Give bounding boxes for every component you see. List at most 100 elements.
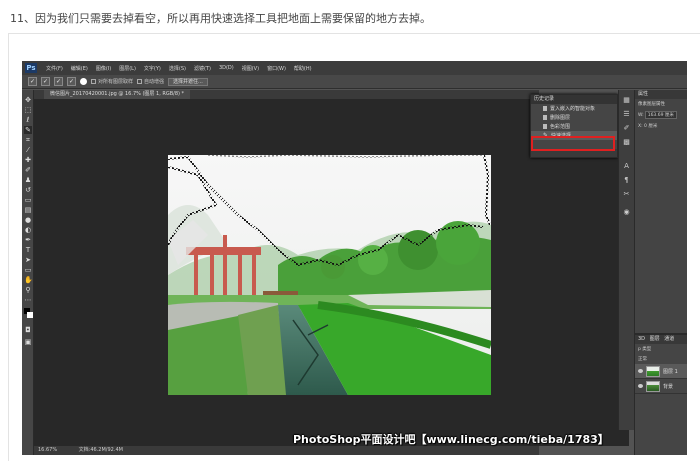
properties-panel-icon[interactable]: ☰ [622,110,631,119]
subtract-selection-icon[interactable]: ✓ [67,77,76,86]
layer-row[interactable]: 图层 1 [635,364,687,379]
menu-3d[interactable]: 3D(D) [215,65,238,71]
layers-tabs: 3D 图层 通道 [635,335,687,344]
properties-panel-title[interactable]: 属性 [635,90,687,99]
history-item[interactable]: 置入嵌入的智能对象 [531,104,617,113]
panel-icon-strip: ▦ ☰ ✐ ▩ A ¶ ✂ ◉ [618,90,634,430]
glyphs-panel-icon[interactable]: ✂ [622,190,631,199]
layer-thumbnail [646,365,660,377]
status-bar: 16.67% 文档:46.2M/92.4M [34,446,539,455]
menu-select[interactable]: 选择(S) [165,65,190,72]
tab-3d[interactable]: 3D [638,336,645,342]
type-tool-icon[interactable]: T [24,246,32,254]
menu-bar: Ps 文件(F) 编辑(E) 图像(I) 图层(L) 文字(Y) 选择(S) 滤… [22,61,687,75]
document-photo[interactable] [168,155,491,395]
layer-row[interactable]: 背景 [635,379,687,394]
quick-selection-tool-icon[interactable]: ✎ [24,126,32,134]
eyedropper-tool-icon[interactable]: ⁄ [24,146,32,154]
width-label: W: [638,113,644,118]
history-item-label: 置入嵌入的智能对象 [550,106,596,112]
swatches-panel-icon[interactable]: ▩ [622,138,631,147]
clone-stamp-icon[interactable]: ♟ [24,176,32,184]
auto-enhance-label: 自动增强 [144,79,165,85]
menu-type[interactable]: 文字(Y) [140,65,165,72]
menu-view[interactable]: 视图(V) [238,65,263,72]
properties-subtitle: 像素图层属性 [638,102,665,107]
right-panel-dock: 属性 像素图层属性 W: 163.69 厘米 X: 0 厘米 3D 图层 通道 p… [634,90,687,455]
history-highlight-box [531,136,615,151]
watermark-text: PhotoShop平面设计吧【www.linecg.com/tieba/1783… [293,433,609,446]
layer-name: 背景 [663,383,674,390]
photoshop-logo-icon: Ps [25,63,37,73]
background-color-swatch[interactable] [27,312,33,318]
zoom-level[interactable]: 16.67% [38,447,57,453]
shape-tool-icon[interactable]: ▭ [24,266,32,274]
marquee-tool-icon[interactable]: ⬚ [24,106,32,114]
screen-mode-icon[interactable]: ▣ [24,338,32,346]
history-item[interactable]: 删除图层 [531,113,617,122]
layers-panel: 3D 图层 通道 p 类型 正常 图层 1 背景 [635,333,687,455]
history-item[interactable]: 色彩范围 [531,122,617,131]
history-state-icon [543,115,547,120]
gradient-tool-icon[interactable]: ▤ [24,206,32,214]
lasso-tool-icon[interactable]: ℓ [24,116,32,124]
refine-edge-button[interactable]: 选择并遮住... [168,77,208,86]
path-selection-icon[interactable]: ➤ [24,256,32,264]
history-state-icon [543,124,547,129]
menu-help[interactable]: 帮助(H) [290,65,316,72]
properties-width-row: W: 163.69 厘米 [635,109,687,121]
brush-panel-icon[interactable]: ✐ [622,124,631,133]
healing-brush-icon[interactable]: ✚ [24,156,32,164]
tools-panel: ✥ ⬚ ℓ ✎ ⌗ ⁄ ✚ ✐ ♟ ↺ ▭ ▤ ● ◐ ✒ T ➤ ▭ ✋ ⚲ … [22,90,34,455]
park-scene-image [168,155,491,395]
photoshop-window: Ps 文件(F) 编辑(E) 图像(I) 图层(L) 文字(Y) 选择(S) 滤… [22,61,687,455]
properties-x-row[interactable]: X: 0 厘米 [635,121,687,131]
tab-channels[interactable]: 通道 [664,336,674,342]
eye-icon[interactable] [638,384,643,388]
history-panel-icon[interactable]: ▦ [622,96,631,105]
document-tab[interactable]: 微信图片_20170420001.jpg @ 16.7% (图层 1, RGB/… [44,90,191,99]
brush-tool-icon[interactable]: ✐ [24,166,32,174]
auto-enhance-checkbox[interactable]: 自动增强 [137,78,164,85]
move-tool-icon[interactable]: ✥ [24,96,32,104]
history-brush-icon[interactable]: ↺ [24,186,32,194]
hand-tool-icon[interactable]: ✋ [24,276,33,284]
layer-name: 图层 1 [663,368,678,375]
styles-panel-icon[interactable]: ◉ [622,208,631,217]
document-tab-bar: 微信图片_20170420001.jpg @ 16.7% (图层 1, RGB/… [34,90,539,99]
history-panel-title[interactable]: 历史记录 [531,95,617,104]
history-item-label: 删除图层 [550,115,571,121]
quick-mask-icon[interactable]: ◘ [24,326,32,334]
new-selection-icon[interactable]: ✓ [41,77,50,86]
dodge-tool-icon[interactable]: ◐ [24,226,32,234]
menu-file[interactable]: 文件(F) [42,65,67,72]
blend-mode-select[interactable]: 正常 [635,354,687,364]
tab-layers[interactable]: 图层 [650,336,660,342]
tool-preset-icon[interactable]: ✓ [28,77,37,86]
eye-icon[interactable] [638,369,643,373]
history-item-label: 色彩范围 [550,124,571,130]
zoom-tool-icon[interactable]: ⚲ [24,286,32,294]
menu-edit[interactable]: 编辑(E) [67,65,92,72]
blur-tool-icon[interactable]: ● [24,216,32,224]
layer-filter-kind[interactable]: p 类型 [635,344,687,354]
brush-size-icon[interactable] [80,78,87,85]
menu-window[interactable]: 窗口(W) [263,65,290,72]
sample-all-layers-label: 对所有图层取样 [98,79,134,85]
step-instruction-text: 11、因为我们只需要去掉看空，所以再用快速选择工具把地面上需要保留的地方去掉。 [10,12,431,25]
sample-all-layers-checkbox[interactable]: 对所有图层取样 [91,78,133,85]
character-panel-icon[interactable]: A [622,162,631,171]
pen-tool-icon[interactable]: ✒ [24,236,32,244]
document-size: 文档:46.2M/92.4M [78,447,123,453]
more-tools-icon[interactable]: ⋯ [24,296,32,304]
add-to-selection-icon[interactable]: ✓ [54,77,63,86]
menu-image[interactable]: 图像(I) [92,65,115,72]
menu-filter[interactable]: 滤镜(T) [190,65,215,72]
menu-layer[interactable]: 图层(L) [115,65,140,72]
width-field[interactable]: 163.69 厘米 [644,111,677,119]
history-state-icon [543,106,547,111]
crop-tool-icon[interactable]: ⌗ [24,136,32,144]
paragraph-panel-icon[interactable]: ¶ [622,176,631,185]
options-bar: ✓ ✓ ✓ ✓ 对所有图层取样 自动增强 选择并遮住... [22,75,687,89]
eraser-tool-icon[interactable]: ▭ [24,196,32,204]
